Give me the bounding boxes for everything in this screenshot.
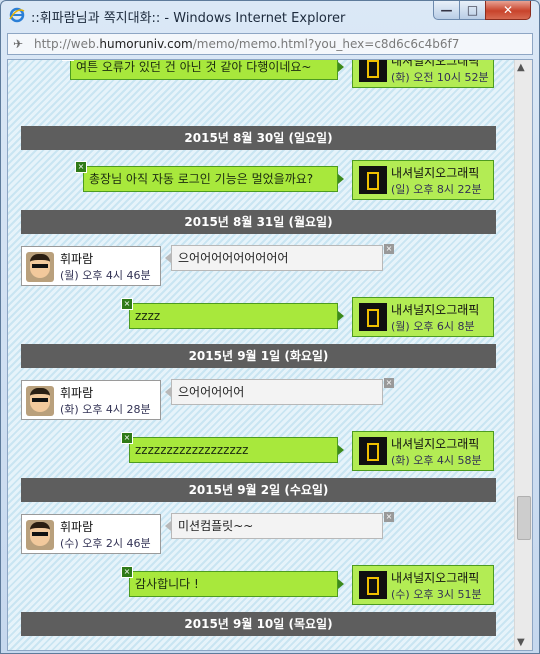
window-title: ::휘파람님과 쪽지대화:: - Windows Internet Explor… [31,11,346,26]
delete-message-icon[interactable]: × [121,298,133,310]
message-time: (수) 오후 3시 51분 [391,588,482,601]
minimize-button[interactable]: — [433,1,460,20]
message-time: (화) 오후 4시 58분 [391,454,482,467]
page-icon: ✈ [13,37,24,51]
national-geographic-logo-icon [359,60,387,82]
sender-name: 휘파람 [60,386,94,400]
sender-name: 내셔널지오그래픽 [391,437,480,451]
delete-message-icon[interactable]: × [62,60,74,61]
sender-card-other[interactable]: 휘파람 (월) 오후 4시 46분 [21,246,161,286]
scroll-up-icon[interactable]: ▲ [517,62,525,73]
maximize-button[interactable]: □ [459,1,486,20]
delete-message-icon[interactable]: × [384,244,394,254]
sender-card-me[interactable]: 내셔널지오그래픽 (수) 오후 3시 51분 [352,565,494,605]
sender-name: 내셔널지오그래픽 [391,303,480,317]
date-divider: 2015년 8월 31일 (월요일) [21,210,496,234]
scroll-thumb[interactable] [517,496,531,540]
date-divider: 2015년 9월 10일 (목요일) [21,612,496,636]
sender-name: 내셔널지오그래픽 [391,59,480,68]
url-prefix: http://web. [34,37,100,51]
received-message-bubble: 으어어어어어 [165,379,383,405]
sender-name: 휘파람 [60,520,94,534]
message-time: (일) 오후 8시 22분 [391,183,482,196]
url-domain: humoruniv.com [99,37,193,51]
message-time: (화) 오후 4시 28분 [60,403,151,416]
received-message-bubble: 으어어어어어어어어어 [165,245,383,271]
date-divider: 2015년 9월 1일 (화요일) [21,344,496,368]
national-geographic-logo-icon [359,437,387,465]
sender-card-me[interactable]: 내셔널지오그래픽 (일) 오후 8시 22분 [352,160,494,200]
sender-name: 휘파람 [60,252,94,266]
avatar-icon [26,520,54,550]
date-divider: 2015년 9월 2일 (수요일) [21,478,496,502]
delete-message-icon[interactable]: × [121,566,133,578]
sent-message-bubble: zzzz [129,303,344,329]
sent-message-bubble: 여튼 오류가 있던 건 아닌 것 같아 다행이네요~ [70,60,344,80]
address-url[interactable]: http://web.humoruniv.com/memo/memo.html?… [34,37,459,51]
sender-name: 내셔널지오그래픽 [391,166,480,180]
message-time: (월) 오후 6시 8분 [391,320,475,333]
sender-card-other[interactable]: 휘파람 (수) 오후 2시 46분 [21,514,161,554]
received-message-bubble: 미션컴플릿~~ [165,513,383,539]
message-time: (화) 오전 10시 52분 [391,71,489,84]
avatar-icon [26,252,54,282]
message-time: (수) 오후 2시 46분 [60,537,151,550]
vertical-scrollbar[interactable]: ▲ ▼ [514,60,532,650]
ie-logo-icon [9,7,25,23]
date-divider: 2015년 8월 30일 (일요일) [21,126,496,150]
sender-card-me[interactable]: 내셔널지오그래픽 (화) 오후 4시 58분 [352,431,494,471]
url-path: /memo/memo.html?you_hex=c8d6c6c4b6f7 [192,37,460,51]
delete-message-icon[interactable]: × [384,378,394,388]
chat-viewport[interactable]: 여튼 오류가 있던 건 아닌 것 같아 다행이네요~×내셔널지오그래픽(화) 오… [7,59,533,651]
national-geographic-logo-icon [359,166,387,194]
close-button[interactable]: ✕ [485,1,531,20]
national-geographic-logo-icon [359,303,387,331]
scroll-down-icon[interactable]: ▼ [517,637,525,648]
delete-message-icon[interactable]: × [384,512,394,522]
sender-name: 내셔널지오그래픽 [391,571,480,585]
browser-window: ::휘파람님과 쪽지대화:: - Windows Internet Explor… [0,0,540,654]
delete-message-icon[interactable]: × [121,432,133,444]
message-time: (월) 오후 4시 46분 [60,269,151,282]
national-geographic-logo-icon [359,571,387,599]
delete-message-icon[interactable]: × [75,161,87,173]
sender-card-me[interactable]: 내셔널지오그래픽 (월) 오후 6시 8분 [352,297,494,337]
avatar-icon [26,386,54,416]
sender-card-me[interactable]: 내셔널지오그래픽 (화) 오전 10시 52분 [352,59,494,88]
sent-message-bubble: 총장님 아직 자동 로그인 기능은 멀었을까요? [83,166,344,192]
sent-message-bubble: 감사합니다 ! [129,571,344,597]
sender-card-other[interactable]: 휘파람 (화) 오후 4시 28분 [21,380,161,420]
title-bar[interactable]: ::휘파람님과 쪽지대화:: - Windows Internet Explor… [1,1,539,29]
sent-message-bubble: zzzzzzzzzzzzzzzzzz [129,437,344,463]
address-bar[interactable]: ✈ http://web.humoruniv.com/memo/memo.htm… [7,33,533,55]
